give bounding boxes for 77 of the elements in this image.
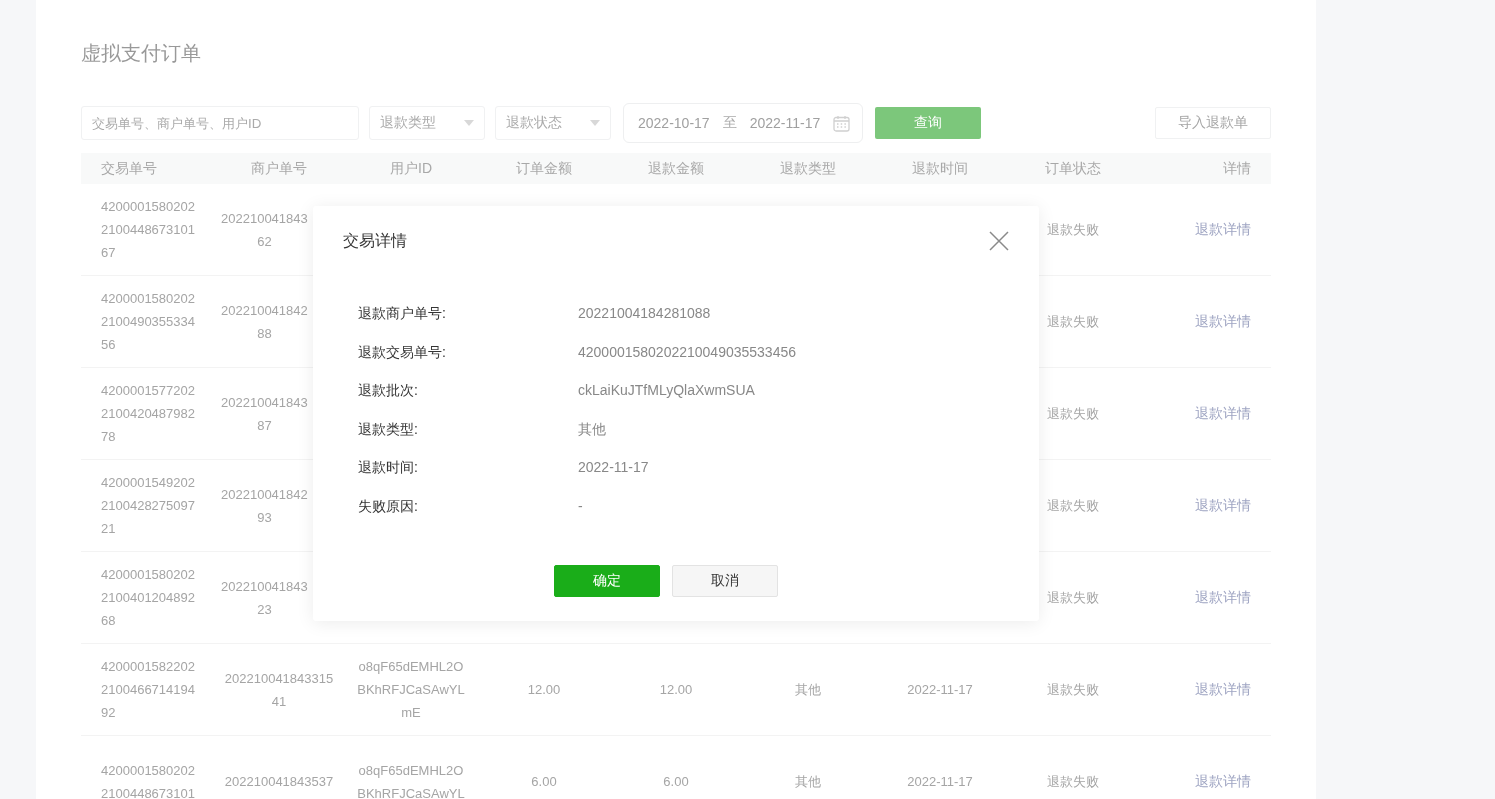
- table-cell-text: o8qF65dEMHL2O BKhRFJCaSAwYL mE: [357, 658, 465, 722]
- table-cell-text: 退款失败: [1047, 497, 1099, 515]
- table-cell-text: 202210041843: [221, 209, 308, 228]
- refund-detail-link[interactable]: 退款详情: [1195, 402, 1271, 425]
- table-cell-text: 退款失败: [1047, 589, 1099, 607]
- table-cell-text: 12.00: [527, 681, 561, 699]
- confirm-button[interactable]: 确定: [554, 565, 660, 597]
- field-label: 失败原因:: [358, 496, 419, 516]
- cancel-button[interactable]: 取消: [672, 565, 778, 597]
- close-icon[interactable]: [989, 231, 1009, 251]
- refund-detail-link[interactable]: 退款详情: [1195, 586, 1271, 609]
- field-value: 20221004184281088: [578, 304, 712, 323]
- table-cell-text: 退款失败: [1047, 773, 1099, 791]
- column-header: 用户ID: [389, 159, 433, 178]
- dialog-title: 交易详情: [343, 230, 407, 251]
- table-cell-text: 其他: [795, 681, 821, 699]
- table-cell-text: 202210041843537: [223, 773, 335, 791]
- table-cell-text: 23: [256, 600, 273, 619]
- table-cell-text: 88: [256, 324, 273, 343]
- refund-detail-link[interactable]: 退款详情: [1195, 678, 1271, 701]
- column-header: 商户单号: [250, 159, 308, 178]
- dropdown[interactable]: 退款状态: [495, 106, 611, 140]
- table-cell-text: 4200001580202 2100401204892 68: [100, 566, 195, 630]
- field-label: 退款商户单号:: [358, 304, 447, 323]
- table-cell-text: 202210041843: [221, 577, 308, 596]
- column-header: 详情: [1222, 159, 1252, 178]
- table-cell-text: 6.00: [663, 773, 689, 791]
- table-cell-text: 6.00: [531, 773, 557, 791]
- import-refund-button[interactable]: 导入退款单: [1155, 107, 1271, 139]
- table-cell-text: 退款失败: [1047, 221, 1099, 239]
- column-header: 交易单号: [100, 159, 158, 178]
- field-label: 退款交易单号:: [358, 342, 447, 362]
- table-cell-text: 202210041842: [221, 485, 308, 504]
- refund-detail-link[interactable]: 退款详情: [1195, 770, 1271, 793]
- table-cell-text: o8qF65dEMHL2O BKhRFJCaSAwYL: [357, 761, 465, 799]
- field-value: 其他: [578, 419, 607, 439]
- table-cell-text: 62: [256, 232, 273, 251]
- table-cell-text: 202210041843315 41: [223, 669, 335, 711]
- table-cell-text: 4200001580202 2100448673101: [100, 761, 195, 799]
- caret-icon: [590, 120, 600, 126]
- refund-detail-link[interactable]: 退款详情: [1195, 494, 1271, 517]
- calendar-icon: [833, 114, 851, 132]
- field-value: -: [578, 496, 584, 516]
- field-label: 退款批次:: [358, 381, 419, 400]
- field-value: 4200001580202210049035533456: [578, 342, 797, 362]
- table-cell-text: 4200001580202 2100490355334 56: [100, 290, 195, 354]
- field-value: 2022-11-17: [578, 458, 650, 477]
- search-field[interactable]: 交易单号、商户单号、用户ID: [81, 106, 359, 140]
- table-cell-text: 4200001582202 2100466714194 92: [100, 658, 195, 722]
- refund-detail-link[interactable]: 退款详情: [1195, 218, 1271, 241]
- field-label: 退款时间:: [358, 458, 419, 477]
- table-cell-text: 93: [256, 508, 273, 527]
- table-cell-text: 4200001580202 2100448673101 67: [100, 198, 195, 262]
- column-header: 订单金额: [515, 159, 573, 178]
- column-header: 退款时间: [911, 159, 969, 178]
- page-title: 虚拟支付订单: [81, 41, 202, 66]
- table-cell-text: 4200001577202 2100420487982 78: [100, 382, 195, 446]
- table-cell-text: 202210041843: [221, 393, 308, 412]
- table-cell-text: 202210041842: [221, 301, 308, 320]
- column-header: 订单状态: [1044, 159, 1102, 178]
- refund-detail-link[interactable]: 退款详情: [1195, 310, 1271, 333]
- field-value: ckLaiKuJTfMLyQlaXwmSUA: [578, 381, 756, 400]
- table-cell-text: 2022-11-17: [907, 773, 973, 791]
- table-cell-text: 12.00: [659, 681, 693, 699]
- table-cell-text: 退款失败: [1047, 405, 1099, 423]
- date-range-field[interactable]: 2022-10-17 至 2022-11-17: [623, 103, 864, 143]
- table-cell-text: 87: [256, 416, 273, 435]
- dropdown[interactable]: 退款类型: [369, 106, 485, 140]
- table-cell-text: 退款失败: [1047, 681, 1099, 699]
- caret-icon: [464, 120, 474, 126]
- table-cell-text: 其他: [795, 773, 821, 791]
- table-cell-text: 退款失败: [1047, 313, 1099, 331]
- field-label: 退款类型:: [358, 419, 419, 439]
- table-cell-text: 4200001549202 2100428275097 21: [100, 474, 195, 538]
- table-cell-text: 2022-11-17: [907, 681, 973, 699]
- column-header: 退款金额: [647, 159, 705, 178]
- column-header: 退款类型: [779, 159, 837, 178]
